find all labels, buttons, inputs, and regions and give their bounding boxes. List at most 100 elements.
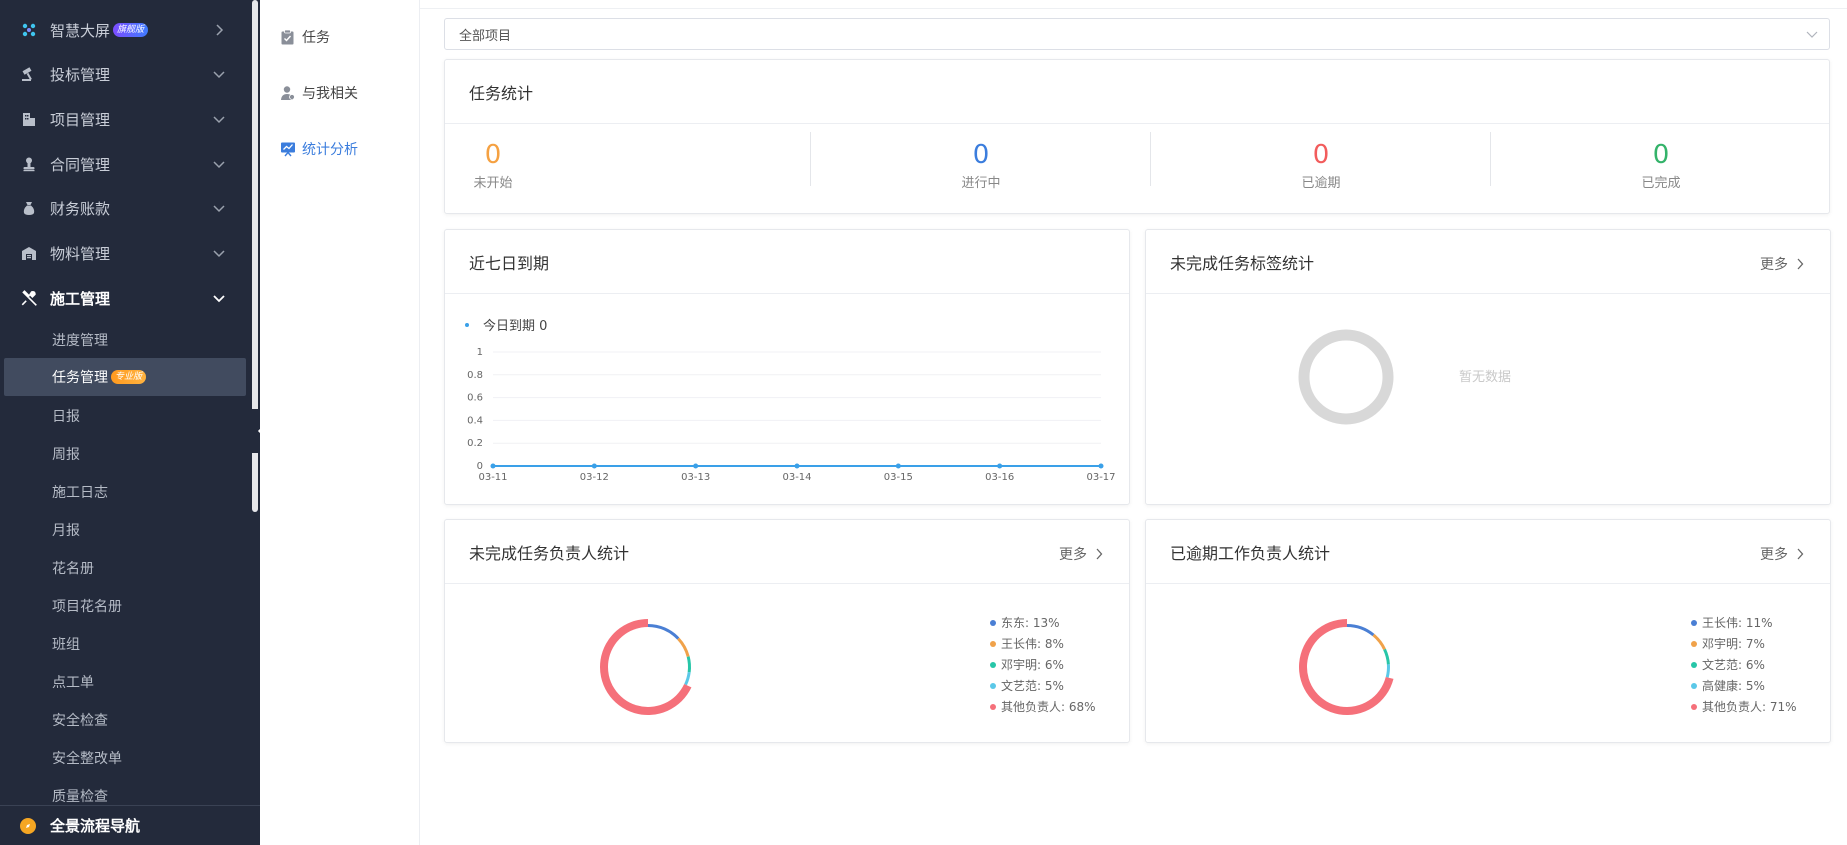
sub-progress[interactable]: 进度管理 [0, 321, 246, 359]
task-stats-title: 任务统计 [469, 83, 534, 103]
nav-project[interactable]: 项目管理 [0, 97, 255, 141]
y-tick-label: 0.4 [467, 415, 483, 426]
chevron-down-icon [213, 250, 225, 258]
data-point[interactable] [1098, 463, 1104, 469]
pie-slice[interactable] [648, 624, 680, 640]
data-point[interactable] [997, 463, 1003, 469]
pie-slice[interactable] [1347, 624, 1375, 637]
sub-monthly-report[interactable]: 月报 [0, 511, 246, 549]
legend-item[interactable]: 王长伟: 11% [1691, 612, 1797, 633]
owner-stats-more-link[interactable]: 更多 [1059, 544, 1103, 564]
money-bag-icon [20, 199, 38, 217]
subnav-tasks-label: 任务 [302, 30, 330, 46]
legend-item[interactable]: 王长伟: 8% [990, 633, 1096, 654]
top-strip [420, 0, 1847, 9]
owner-donut-chart [600, 619, 692, 715]
legend-dot [990, 640, 996, 647]
pie-slice[interactable] [1299, 619, 1394, 715]
overdue-stats-header: 已逾期工作负责人统计 更多 [1146, 520, 1830, 584]
sub-project-roster-label: 项目花名册 [52, 599, 122, 615]
data-point[interactable] [895, 463, 901, 469]
owner-legend: 东东: 13% 王长伟: 8% 邓宇明: 6% 文艺范: 5% 其他负责人: 68% [990, 612, 1096, 717]
legend-label: 王长伟: 11% [1702, 616, 1773, 630]
data-point[interactable] [794, 463, 800, 469]
legend-item[interactable]: 邓宇明: 7% [1691, 633, 1797, 654]
pie-slice[interactable] [677, 637, 690, 658]
pie-slice[interactable] [684, 672, 691, 686]
legend-item[interactable]: 东东: 13% [990, 612, 1096, 633]
nav-smart-screen[interactable]: 智慧大屏 旗舰版 [0, 8, 255, 52]
subnav-statistics[interactable]: 统计分析 [280, 134, 358, 164]
sub-roster[interactable]: 花名册 [0, 549, 246, 587]
due-legend[interactable]: 今日到期 0 [465, 315, 547, 334]
nav-contract[interactable]: 合同管理 [0, 142, 255, 186]
pie-slice[interactable] [686, 656, 691, 673]
pie-slice[interactable] [600, 619, 692, 715]
x-tick-label: 03-16 [985, 472, 1014, 483]
nav-panorama-label: 全景流程导航 [50, 817, 141, 835]
main-content: 全部项目 任务统计 0 未开始 0 进行中 0 已逾期 0 已完成 近七日到期 [420, 0, 1847, 845]
nav-material[interactable]: 物料管理 [0, 231, 255, 275]
nav-contract-label: 合同管理 [50, 155, 111, 174]
owner-stats-header: 未完成任务负责人统计 更多 [445, 520, 1129, 584]
chevron-down-icon [213, 295, 225, 303]
legend-dot [1691, 661, 1697, 668]
due-7days-header: 近七日到期 [445, 230, 1129, 294]
legend-item[interactable]: 其他负责人: 71% [1691, 696, 1797, 717]
data-point[interactable] [490, 463, 496, 469]
sub-task-management[interactable]: 任务管理 专业版 [4, 358, 246, 396]
presentation-chart-icon [280, 141, 296, 157]
sub-work-order[interactable]: 点工单 [0, 663, 246, 701]
owner-stats-card: 未完成任务负责人统计 更多 东东: 13% 王长伟: 8% 邓宇明: 6% 文艺范: … [444, 519, 1130, 743]
nav-bidding[interactable]: 投标管理 [0, 52, 255, 96]
data-point[interactable] [591, 463, 597, 469]
legend-item[interactable]: 文艺范: 5% [990, 675, 1096, 696]
nav-construction[interactable]: 施工管理 [0, 276, 255, 320]
sub-weekly-label: 周报 [52, 447, 80, 463]
pie-slice[interactable] [1385, 664, 1390, 678]
sub-daily-report[interactable]: 日报 [0, 397, 246, 435]
x-tick-label: 03-14 [782, 472, 811, 483]
stat-not-started[interactable]: 0 未开始 [445, 140, 541, 191]
due-legend-label: 今日到期 0 [483, 319, 548, 334]
chevron-down-icon [1806, 31, 1818, 38]
sub-construction-log[interactable]: 施工日志 [0, 473, 246, 511]
dashboard-icon [20, 21, 38, 39]
sub-safety-check[interactable]: 安全检查 [0, 701, 246, 739]
stat-overdue[interactable]: 0 已逾期 [1151, 140, 1491, 191]
chevron-right-icon [1797, 548, 1804, 560]
subnav-tasks[interactable]: 任务 [280, 22, 330, 52]
project-select-value: 全部项目 [459, 28, 512, 44]
stat-not-started-value: 0 [484, 140, 502, 170]
sub-project-roster[interactable]: 项目花名册 [0, 587, 246, 625]
sidebar: 智慧大屏 旗舰版 投标管理 项目管理 合同管理 财务账款 物料管理 施工管理 进… [0, 0, 260, 845]
subnav-related[interactable]: 与我相关 [280, 78, 358, 108]
sub-work-order-label: 点工单 [52, 675, 94, 691]
legend-item[interactable]: 其他负责人: 68% [990, 696, 1096, 717]
legend-item[interactable]: 邓宇明: 6% [990, 654, 1096, 675]
stat-overdue-value: 0 [1312, 140, 1330, 170]
legend-label: 邓宇明: 6% [1001, 658, 1064, 672]
project-select[interactable]: 全部项目 [444, 18, 1830, 50]
legend-item[interactable]: 高健康: 5% [1691, 675, 1797, 696]
tag-stats-more-link[interactable]: 更多 [1760, 254, 1804, 274]
nav-panorama-flow[interactable]: 全景流程导航 [0, 805, 260, 845]
pie-slice[interactable] [1372, 633, 1386, 650]
legend-dot [465, 322, 469, 327]
stat-completed[interactable]: 0 已完成 [1491, 140, 1831, 191]
stat-in-progress[interactable]: 0 进行中 [811, 140, 1151, 191]
sub-weekly-report[interactable]: 周报 [0, 435, 246, 473]
legend-dot [990, 619, 996, 626]
overdue-stats-more-link[interactable]: 更多 [1760, 544, 1804, 564]
sub-team[interactable]: 班组 [0, 625, 246, 663]
sub-safety-rectify[interactable]: 安全整改单 [0, 739, 246, 777]
legend-item[interactable]: 文艺范: 6% [1691, 654, 1797, 675]
y-tick-label: 1 [477, 347, 483, 358]
clipboard-icon [280, 29, 296, 45]
stamp-icon [20, 155, 38, 173]
nav-finance[interactable]: 财务账款 [0, 186, 255, 230]
chevron-right-icon [1797, 258, 1804, 270]
pie-slice[interactable] [1383, 648, 1390, 665]
data-point[interactable] [693, 463, 699, 469]
task-stats-card: 任务统计 0 未开始 0 进行中 0 已逾期 0 已完成 [444, 59, 1830, 214]
